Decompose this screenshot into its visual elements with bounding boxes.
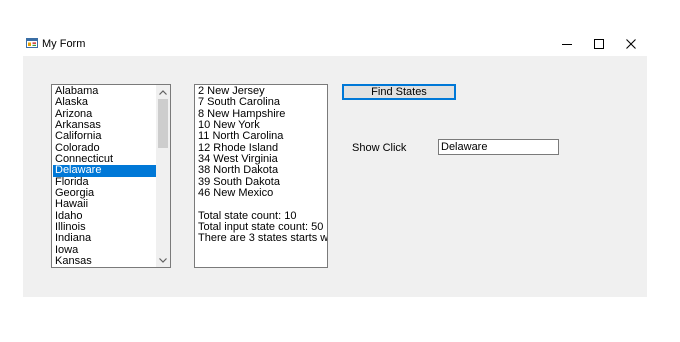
result-line: 7 South Carolina xyxy=(198,96,280,109)
form-icon xyxy=(26,38,38,48)
find-states-button[interactable]: Find States xyxy=(342,84,456,100)
scroll-down-button[interactable] xyxy=(156,253,170,267)
window-title: My Form xyxy=(42,38,86,50)
maximize-button[interactable] xyxy=(588,34,610,54)
scroll-up-button[interactable] xyxy=(156,85,170,99)
close-button[interactable] xyxy=(620,34,642,54)
list-item[interactable]: Kansas xyxy=(53,255,156,267)
results-lines: 2 New Jersey 7 South Carolina 8 New Hampsh… xyxy=(198,85,328,245)
minimize-icon xyxy=(562,44,572,45)
chevron-up-icon xyxy=(159,89,167,95)
show-click-value: Delaware xyxy=(441,141,488,153)
maximize-icon xyxy=(594,39,604,49)
list-item[interactable]: Alaska xyxy=(53,96,156,108)
chevron-down-icon xyxy=(159,257,167,263)
close-icon xyxy=(626,39,636,49)
results-textbox[interactable]: 2 New Jersey 7 South Carolina 8 New Hampsh… xyxy=(194,84,328,268)
result-line: 46 New Mexico xyxy=(198,187,274,200)
show-click-textbox[interactable]: Delaware xyxy=(438,139,559,155)
states-listbox-scrollbar[interactable] xyxy=(156,85,170,267)
scroll-thumb[interactable] xyxy=(158,99,168,148)
show-click-label: Show Click xyxy=(352,142,407,154)
states-list-items: Alabama Alaska Arizona Arkansas California Co… xyxy=(53,85,156,267)
states-listbox[interactable]: Alabama Alaska Arizona Arkansas California Co… xyxy=(51,84,171,268)
title-bar: My Form xyxy=(0,0,680,56)
minimize-button[interactable] xyxy=(556,34,578,54)
result-line: There are 3 states starts with C. xyxy=(198,232,328,245)
